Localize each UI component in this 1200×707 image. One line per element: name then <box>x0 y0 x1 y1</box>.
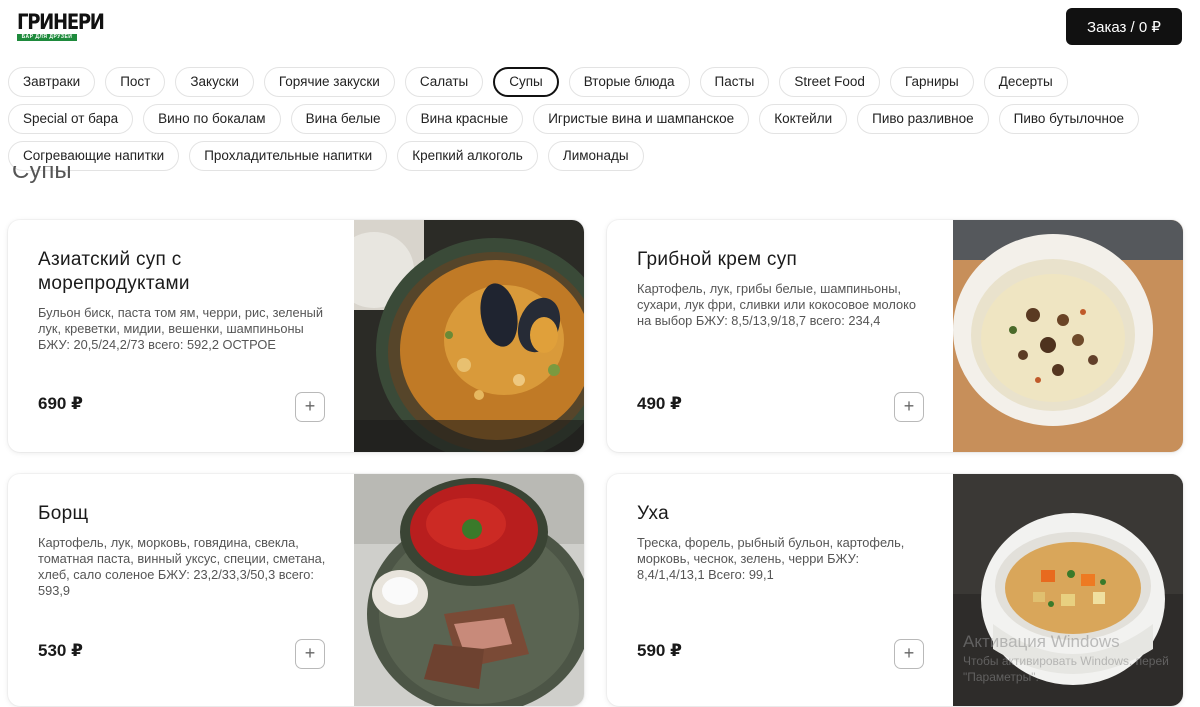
category-chip[interactable]: Гарниры <box>889 67 974 97</box>
category-chip[interactable]: Игристые вина и шампанское <box>533 104 750 134</box>
dish-price: 690 ₽ <box>38 394 83 413</box>
dish-price: 590 ₽ <box>637 641 682 660</box>
category-chip-active[interactable]: Супы <box>493 67 559 97</box>
dish-title: Азиатский суп с морепродуктами <box>38 249 190 294</box>
dish-card[interactable]: Борщ Картофель, лук, морковь, говядина, … <box>8 474 584 706</box>
category-chip[interactable]: Пиво разливное <box>857 104 989 134</box>
category-row: Завтраки Пост Закуски Горячие закуски Са… <box>8 67 1188 97</box>
fish-soup-image <box>953 474 1183 706</box>
category-chip[interactable]: Пиво бутылочное <box>998 104 1139 134</box>
dish-description: Треска, форель, рыбный бульон, картофель… <box>637 535 905 582</box>
header: ГРИНЕРИ БАР ДЛЯ ДРУЗЕЙ Заказ / 0 ₽ <box>0 0 1200 60</box>
plus-icon: + <box>304 396 316 416</box>
dish-description: Картофель, лук, морковь, говядина, свекл… <box>38 535 326 598</box>
add-to-cart-button[interactable]: + <box>894 392 924 422</box>
category-chip[interactable]: Лимонады <box>547 141 644 171</box>
category-nav: Завтраки Пост Закуски Горячие закуски Са… <box>8 67 1188 178</box>
dish-info: Уха Треска, форель, рыбный бульон, карто… <box>637 502 927 583</box>
logo-text: ГРИНЕРИ <box>17 10 105 34</box>
order-button[interactable]: Заказ / 0 ₽ <box>1066 8 1182 45</box>
dish-info: Грибной крем суп Картофель, лук, грибы б… <box>637 248 927 329</box>
category-chip[interactable]: Закуски <box>175 67 254 97</box>
category-chip[interactable]: Прохладительные напитки <box>189 141 388 171</box>
dish-card[interactable]: Уха Треска, форель, рыбный бульон, карто… <box>607 474 1183 706</box>
plus-icon: + <box>304 643 316 663</box>
dish-info: Борщ Картофель, лук, морковь, говядина, … <box>38 502 328 599</box>
section-title-text: Супы <box>12 166 72 184</box>
section-title: Супы <box>12 166 72 186</box>
dish-price: 490 ₽ <box>637 394 682 413</box>
logo[interactable]: ГРИНЕРИ БАР ДЛЯ ДРУЗЕЙ <box>17 10 105 43</box>
category-chip[interactable]: Вино по бокалам <box>143 104 281 134</box>
dish-description: Картофель, лук, грибы белые, шампиньоны,… <box>637 281 916 328</box>
plus-icon: + <box>903 396 915 416</box>
add-to-cart-button[interactable]: + <box>295 639 325 669</box>
category-chip[interactable]: Десерты <box>983 67 1068 97</box>
category-chip[interactable]: Street Food <box>779 67 880 97</box>
dish-description: Бульон биск, паста том ям, черри, рис, з… <box>38 305 324 352</box>
category-chip[interactable]: Вторые блюда <box>568 67 690 97</box>
category-chip[interactable]: Салаты <box>404 67 484 97</box>
category-chip[interactable]: Крепкий алкоголь <box>397 141 538 171</box>
category-chip[interactable]: Пасты <box>699 67 770 97</box>
category-chip[interactable]: Коктейли <box>759 104 848 134</box>
category-chip[interactable]: Горячие закуски <box>263 67 395 97</box>
plus-icon: + <box>903 643 915 663</box>
dish-photo <box>354 474 584 706</box>
category-chip[interactable]: Вина белые <box>290 104 396 134</box>
mushroom-cream-soup-image <box>953 220 1183 452</box>
dish-price: 530 ₽ <box>38 641 83 660</box>
add-to-cart-button[interactable]: + <box>295 392 325 422</box>
category-row: Согревающие напитки Прохладительные напи… <box>8 141 1188 171</box>
dish-title: Уха <box>637 503 669 524</box>
category-chip[interactable]: Special от бара <box>8 104 134 134</box>
dish-photo <box>354 220 584 452</box>
borscht-image <box>354 474 584 706</box>
add-to-cart-button[interactable]: + <box>894 639 924 669</box>
seafood-soup-image <box>354 220 584 452</box>
dish-photo <box>953 474 1183 706</box>
dish-card[interactable]: Грибной крем суп Картофель, лук, грибы б… <box>607 220 1183 452</box>
dish-card[interactable]: Азиатский суп с морепродуктами Бульон би… <box>8 220 584 452</box>
dish-title: Борщ <box>38 503 89 524</box>
category-chip[interactable]: Вина красные <box>405 104 524 134</box>
category-chip[interactable]: Пост <box>105 67 166 97</box>
category-row: Special от бара Вино по бокалам Вина бел… <box>8 104 1188 134</box>
dish-title: Грибной крем суп <box>637 249 798 270</box>
dish-photo <box>953 220 1183 452</box>
category-chip[interactable]: Завтраки <box>8 67 96 97</box>
logo-subtitle: БАР ДЛЯ ДРУЗЕЙ <box>17 34 77 41</box>
dish-info: Азиатский суп с морепродуктами Бульон би… <box>38 248 328 353</box>
